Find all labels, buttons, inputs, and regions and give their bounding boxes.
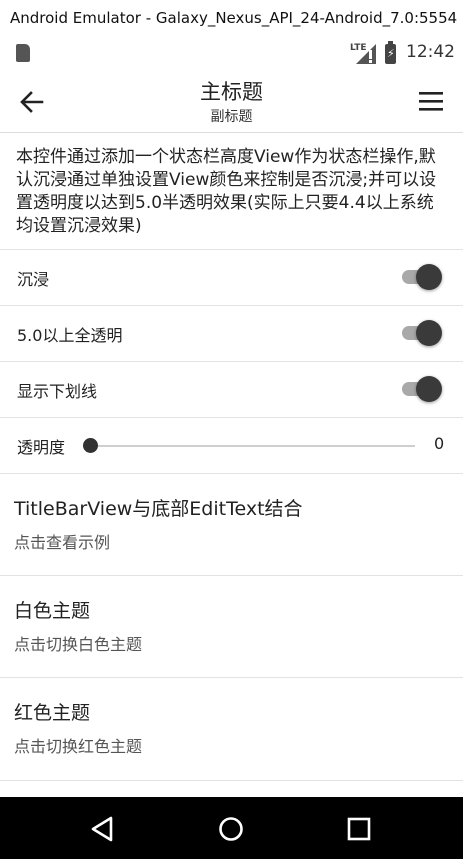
status-time: 12:42 (406, 42, 455, 62)
window-title: Android Emulator - Galaxy_Nexus_API_24-A… (0, 0, 463, 36)
sd-card-icon (16, 44, 30, 62)
title-bar: 主标题 副标题 (0, 72, 463, 133)
description-text: 本控件通过添加一个状态栏高度View作为状态栏操作,默认沉浸通过单独设置View… (16, 147, 437, 236)
signal-icon (356, 44, 376, 64)
transparency-value: 0 (434, 434, 445, 453)
setting-row-immersive: 沉浸 (0, 249, 463, 305)
status-bar: LTE ⚡ 12:42 (0, 36, 463, 72)
transparency-label: 透明度 (17, 438, 66, 457)
switch-thumb (416, 320, 442, 346)
page-subtitle: 副标题 (210, 109, 253, 125)
list-item-red-theme[interactable]: 红色主题 点击切换红色主题 (0, 677, 463, 781)
list-item-title: TitleBarView与底部EditText结合 (14, 498, 303, 520)
switch-thumb (416, 264, 442, 290)
list-item-subtitle: 点击切换白色主题 (14, 635, 143, 654)
underline-switch[interactable] (400, 375, 444, 403)
list-item-title: 白色主题 (14, 600, 91, 622)
transparency-row: 透明度 0 (0, 417, 463, 473)
list-item-subtitle: 点击查看示例 (14, 533, 111, 552)
list-item-subtitle: 点击切换红色主题 (14, 737, 143, 756)
list-item-edittext-demo[interactable]: TitleBarView与底部EditText结合 点击查看示例 (0, 473, 463, 576)
nav-back-icon[interactable] (84, 811, 120, 847)
setting-label: 沉浸 (17, 270, 50, 289)
switch-thumb (416, 376, 442, 402)
nav-home-icon[interactable] (213, 811, 249, 847)
setting-row-underline: 显示下划线 (0, 361, 463, 417)
immersive-switch[interactable] (400, 263, 444, 291)
list-item-white-theme[interactable]: 白色主题 点击切换白色主题 (0, 575, 463, 678)
nav-recents-icon[interactable] (341, 811, 377, 847)
setting-label: 显示下划线 (17, 382, 98, 401)
setting-row-full-transparent: 5.0以上全透明 (0, 305, 463, 361)
page-title: 主标题 (200, 80, 263, 104)
list-item-title: 红色主题 (14, 702, 91, 724)
setting-label: 5.0以上全透明 (17, 326, 123, 345)
navigation-bar (0, 797, 463, 859)
transparency-slider-track[interactable] (91, 445, 415, 447)
battery-charging-icon: ⚡ (385, 41, 396, 64)
menu-icon[interactable] (413, 84, 449, 120)
full-transparent-switch[interactable] (400, 319, 444, 347)
transparency-slider-thumb[interactable] (83, 438, 98, 453)
